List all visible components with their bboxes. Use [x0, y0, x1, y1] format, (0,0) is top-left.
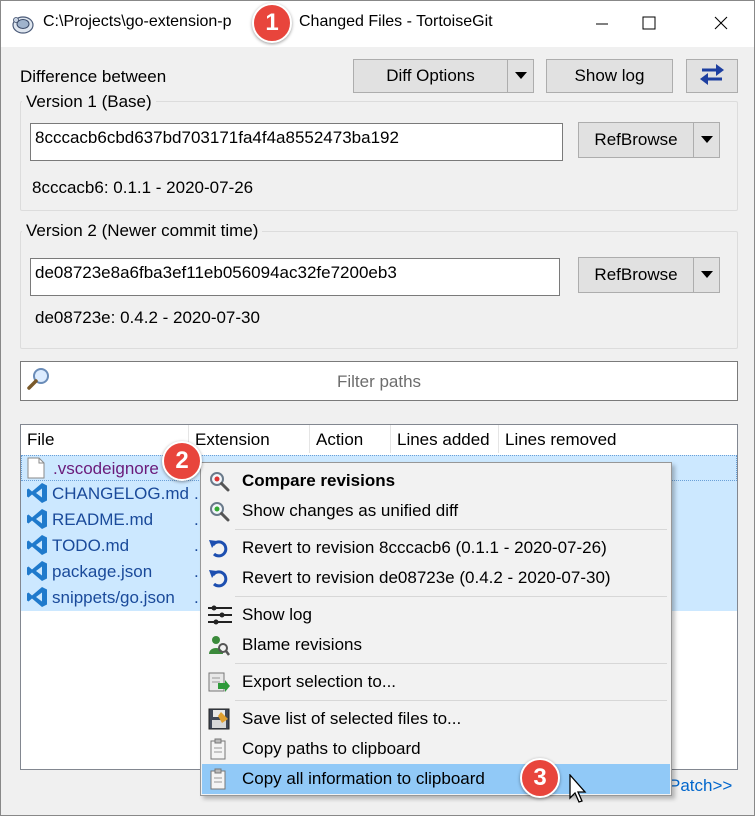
column-header-lines-added[interactable]: Lines added: [391, 425, 499, 453]
version1-group-label: Version 1 (Base): [22, 92, 156, 112]
menu-item-label: Compare revisions: [242, 471, 396, 490]
menu-item-save-list[interactable]: Save list of selected files to...: [202, 704, 670, 734]
diff-options-button[interactable]: Diff Options: [353, 59, 534, 93]
tortoisegit-icon: [11, 12, 35, 36]
maximize-button[interactable]: [626, 1, 672, 47]
clipboard-icon: [208, 768, 230, 790]
step-badge-2: 2: [162, 441, 202, 481]
version2-group-label: Version 2 (Newer commit time): [22, 221, 263, 241]
menu-item-compare-revisions[interactable]: Compare revisions: [202, 466, 670, 496]
version1-refbrowse-button[interactable]: RefBrowse: [578, 122, 720, 158]
version2-refbrowse-button[interactable]: RefBrowse: [578, 257, 720, 293]
column-header-extension[interactable]: Extension: [189, 425, 310, 453]
extension-cell: .: [194, 588, 199, 607]
close-button[interactable]: [698, 1, 744, 47]
column-header-lines-removed[interactable]: Lines removed: [499, 425, 639, 453]
menu-item-label: Blame revisions: [242, 635, 362, 654]
file-name: snippets/go.json: [52, 588, 175, 607]
menu-item-revert-v1[interactable]: Revert to revision 8cccacb6 (0.1.1 - 202…: [202, 533, 670, 563]
magnifier-icon: [208, 470, 230, 492]
menu-item-label: Export selection to...: [242, 672, 397, 691]
menu-separator: [235, 596, 667, 597]
file-name: README.md: [52, 510, 154, 529]
window-title-path: C:\Projects\go-extension-p: [43, 13, 232, 30]
vscode-icon: [26, 508, 48, 535]
menu-separator: [235, 663, 667, 664]
menu-item-copy-all-info[interactable]: Copy all information to clipboard: [202, 764, 670, 794]
diff-options-label: Diff Options: [386, 66, 475, 85]
blame-icon: [208, 634, 230, 656]
menu-item-blame-revisions[interactable]: Blame revisions: [202, 630, 670, 660]
menu-item-label: Show log: [242, 605, 312, 624]
chevron-down-icon[interactable]: [693, 258, 719, 292]
file-name: package.json: [52, 562, 153, 581]
save-icon: [208, 708, 230, 730]
refbrowse-label: RefBrowse: [594, 265, 678, 284]
window-title-name: Changed Files - TortoiseGit: [299, 13, 493, 30]
vscode-icon: [26, 482, 48, 509]
mouse-cursor-icon: [569, 773, 589, 809]
chevron-down-icon[interactable]: [693, 123, 719, 157]
file-name: TODO.md: [52, 536, 130, 555]
menu-item-label: Save list of selected files to...: [242, 709, 462, 728]
title-bar[interactable]: C:\Projects\go-extension-p Changed Files…: [1, 1, 754, 47]
extension-cell: .: [194, 484, 199, 503]
swap-icon: [699, 63, 725, 90]
menu-item-label: Copy all information to clipboard: [242, 769, 485, 788]
show-log-button[interactable]: Show log: [546, 59, 673, 93]
file-name: CHANGELOG.md: [52, 484, 189, 503]
clipboard-icon: [208, 738, 230, 760]
vscode-icon: [26, 534, 48, 561]
menu-item-label: Copy paths to clipboard: [242, 739, 421, 758]
revert-icon: [208, 567, 230, 589]
version2-hash-field[interactable]: de08723e8a6fba3ef11eb056094ac32fe7200eb3: [30, 258, 560, 296]
version1-summary: 8cccacb6: 0.1.1 - 2020-07-26: [32, 178, 254, 197]
menu-separator: [235, 529, 667, 530]
filter-placeholder: Filter paths: [336, 372, 422, 391]
menu-separator: [235, 700, 667, 701]
magnifier-icon: [208, 500, 230, 522]
swap-versions-button[interactable]: [686, 59, 738, 93]
log-icon: [208, 604, 232, 626]
patch-link[interactable]: Patch>>: [669, 776, 732, 796]
vscode-icon: [26, 560, 48, 587]
extension-cell: .: [194, 536, 199, 555]
minimize-button[interactable]: [579, 1, 625, 47]
menu-item-export-selection[interactable]: Export selection to...: [202, 667, 670, 697]
extension-cell: .: [194, 510, 199, 529]
context-menu: Compare revisions Show changes as unifie…: [200, 462, 672, 796]
refbrowse-label: RefBrowse: [594, 130, 678, 149]
menu-item-show-log[interactable]: Show log: [202, 600, 670, 630]
menu-item-label: Revert to revision 8cccacb6 (0.1.1 - 202…: [242, 538, 607, 557]
menu-item-unified-diff[interactable]: Show changes as unified diff: [202, 496, 670, 526]
file-name: .vscodeignore: [53, 459, 159, 478]
version1-hash-field[interactable]: 8cccacb6cbd637bd703171fa4f4a8552473ba192: [30, 123, 563, 161]
step-badge-3: 3: [520, 758, 560, 798]
menu-item-label: Revert to revision de08723e (0.4.2 - 202…: [242, 568, 611, 587]
vscode-icon: [26, 586, 48, 613]
difference-between-label: Difference between: [20, 67, 167, 86]
filter-paths-input[interactable]: Filter paths: [20, 361, 738, 401]
window-title: C:\Projects\go-extension-p Changed Files…: [43, 13, 493, 31]
file-icon: [27, 457, 45, 484]
column-header-action[interactable]: Action: [310, 425, 391, 453]
column-header-file[interactable]: File: [21, 425, 189, 453]
revert-icon: [208, 537, 230, 559]
changed-files-window: C:\Projects\go-extension-p Changed Files…: [0, 0, 755, 816]
menu-item-copy-paths[interactable]: Copy paths to clipboard: [202, 734, 670, 764]
step-badge-1: 1: [252, 3, 292, 43]
version2-summary: de08723e: 0.4.2 - 2020-07-30: [35, 308, 260, 327]
export-icon: [208, 671, 230, 693]
chevron-down-icon[interactable]: [507, 60, 533, 92]
menu-item-label: Show changes as unified diff: [242, 501, 459, 520]
extension-cell: .: [194, 562, 199, 581]
menu-item-revert-v2[interactable]: Revert to revision de08723e (0.4.2 - 202…: [202, 563, 670, 593]
